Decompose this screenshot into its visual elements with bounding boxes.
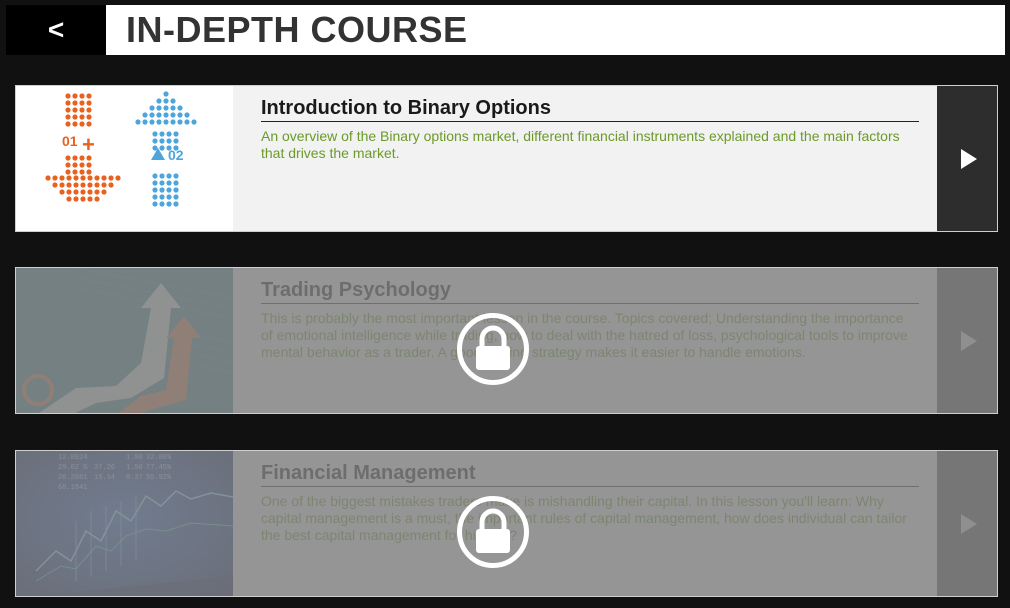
thumb-number: 68.1841 (58, 484, 87, 492)
course-card-intro-binary-options[interactable]: 01 + 02 Introduction to Binary Options A… (15, 85, 998, 232)
course-description: One of the biggest mistakes traders make… (261, 493, 907, 543)
course-content: Financial Management One of the biggest … (261, 461, 919, 544)
play-button[interactable] (937, 451, 997, 596)
play-button[interactable] (937, 86, 997, 231)
course-description: This is probably the most important less… (261, 310, 908, 360)
course-thumbnail-arrows: 01 + 02 (16, 86, 233, 231)
lock-icon (457, 496, 529, 568)
svg-text:+: + (82, 132, 95, 157)
course-content: Introduction to Binary Options An overvi… (261, 96, 919, 162)
thumb-number: 0.37 (126, 474, 143, 482)
play-icon (961, 148, 977, 169)
thumb-number: 26.2081 (58, 474, 87, 482)
page-title: IN-DEPTH COURSE (126, 9, 468, 50)
course-description: An overview of the Binary options market… (261, 128, 900, 161)
thumb-label-01: 01 (62, 133, 78, 149)
course-card-trading-psychology[interactable]: Trading Psychology This is probably the … (15, 267, 998, 414)
thumb-number: 1.50 (126, 464, 143, 472)
course-card-financial-management[interactable]: 12.0924 29.02 % 26.2081 68.1841 37.26 15… (15, 450, 998, 597)
course-thumbnail-stock-chart: 12.0924 29.02 % 26.2081 68.1841 37.26 15… (16, 451, 233, 596)
play-icon (961, 513, 977, 534)
play-icon (961, 330, 977, 351)
thumb-number: 29.02 % (58, 464, 88, 472)
thumb-number: 32.00% (146, 454, 172, 462)
thumb-number: 15.14 (94, 474, 115, 482)
thumb-number: 37.26 (94, 464, 115, 472)
course-title[interactable]: Trading Psychology (261, 278, 919, 304)
thumb-number: 77.45% (146, 464, 172, 472)
course-title[interactable]: Introduction to Binary Options (261, 96, 919, 122)
back-button[interactable]: < (6, 5, 106, 55)
course-content: Trading Psychology This is probably the … (261, 278, 919, 361)
thumb-number: 1.00 (126, 454, 143, 462)
thumb-number: 12.0924 (58, 454, 87, 462)
lock-icon (457, 313, 529, 385)
course-thumbnail-growth-arrows (16, 268, 233, 413)
play-button[interactable] (937, 268, 997, 413)
app-header: < IN-DEPTH COURSE (6, 5, 1005, 55)
thumb-label-02: 02 (168, 147, 184, 163)
thumb-number: 55.92% (146, 474, 172, 482)
course-title[interactable]: Financial Management (261, 461, 919, 487)
